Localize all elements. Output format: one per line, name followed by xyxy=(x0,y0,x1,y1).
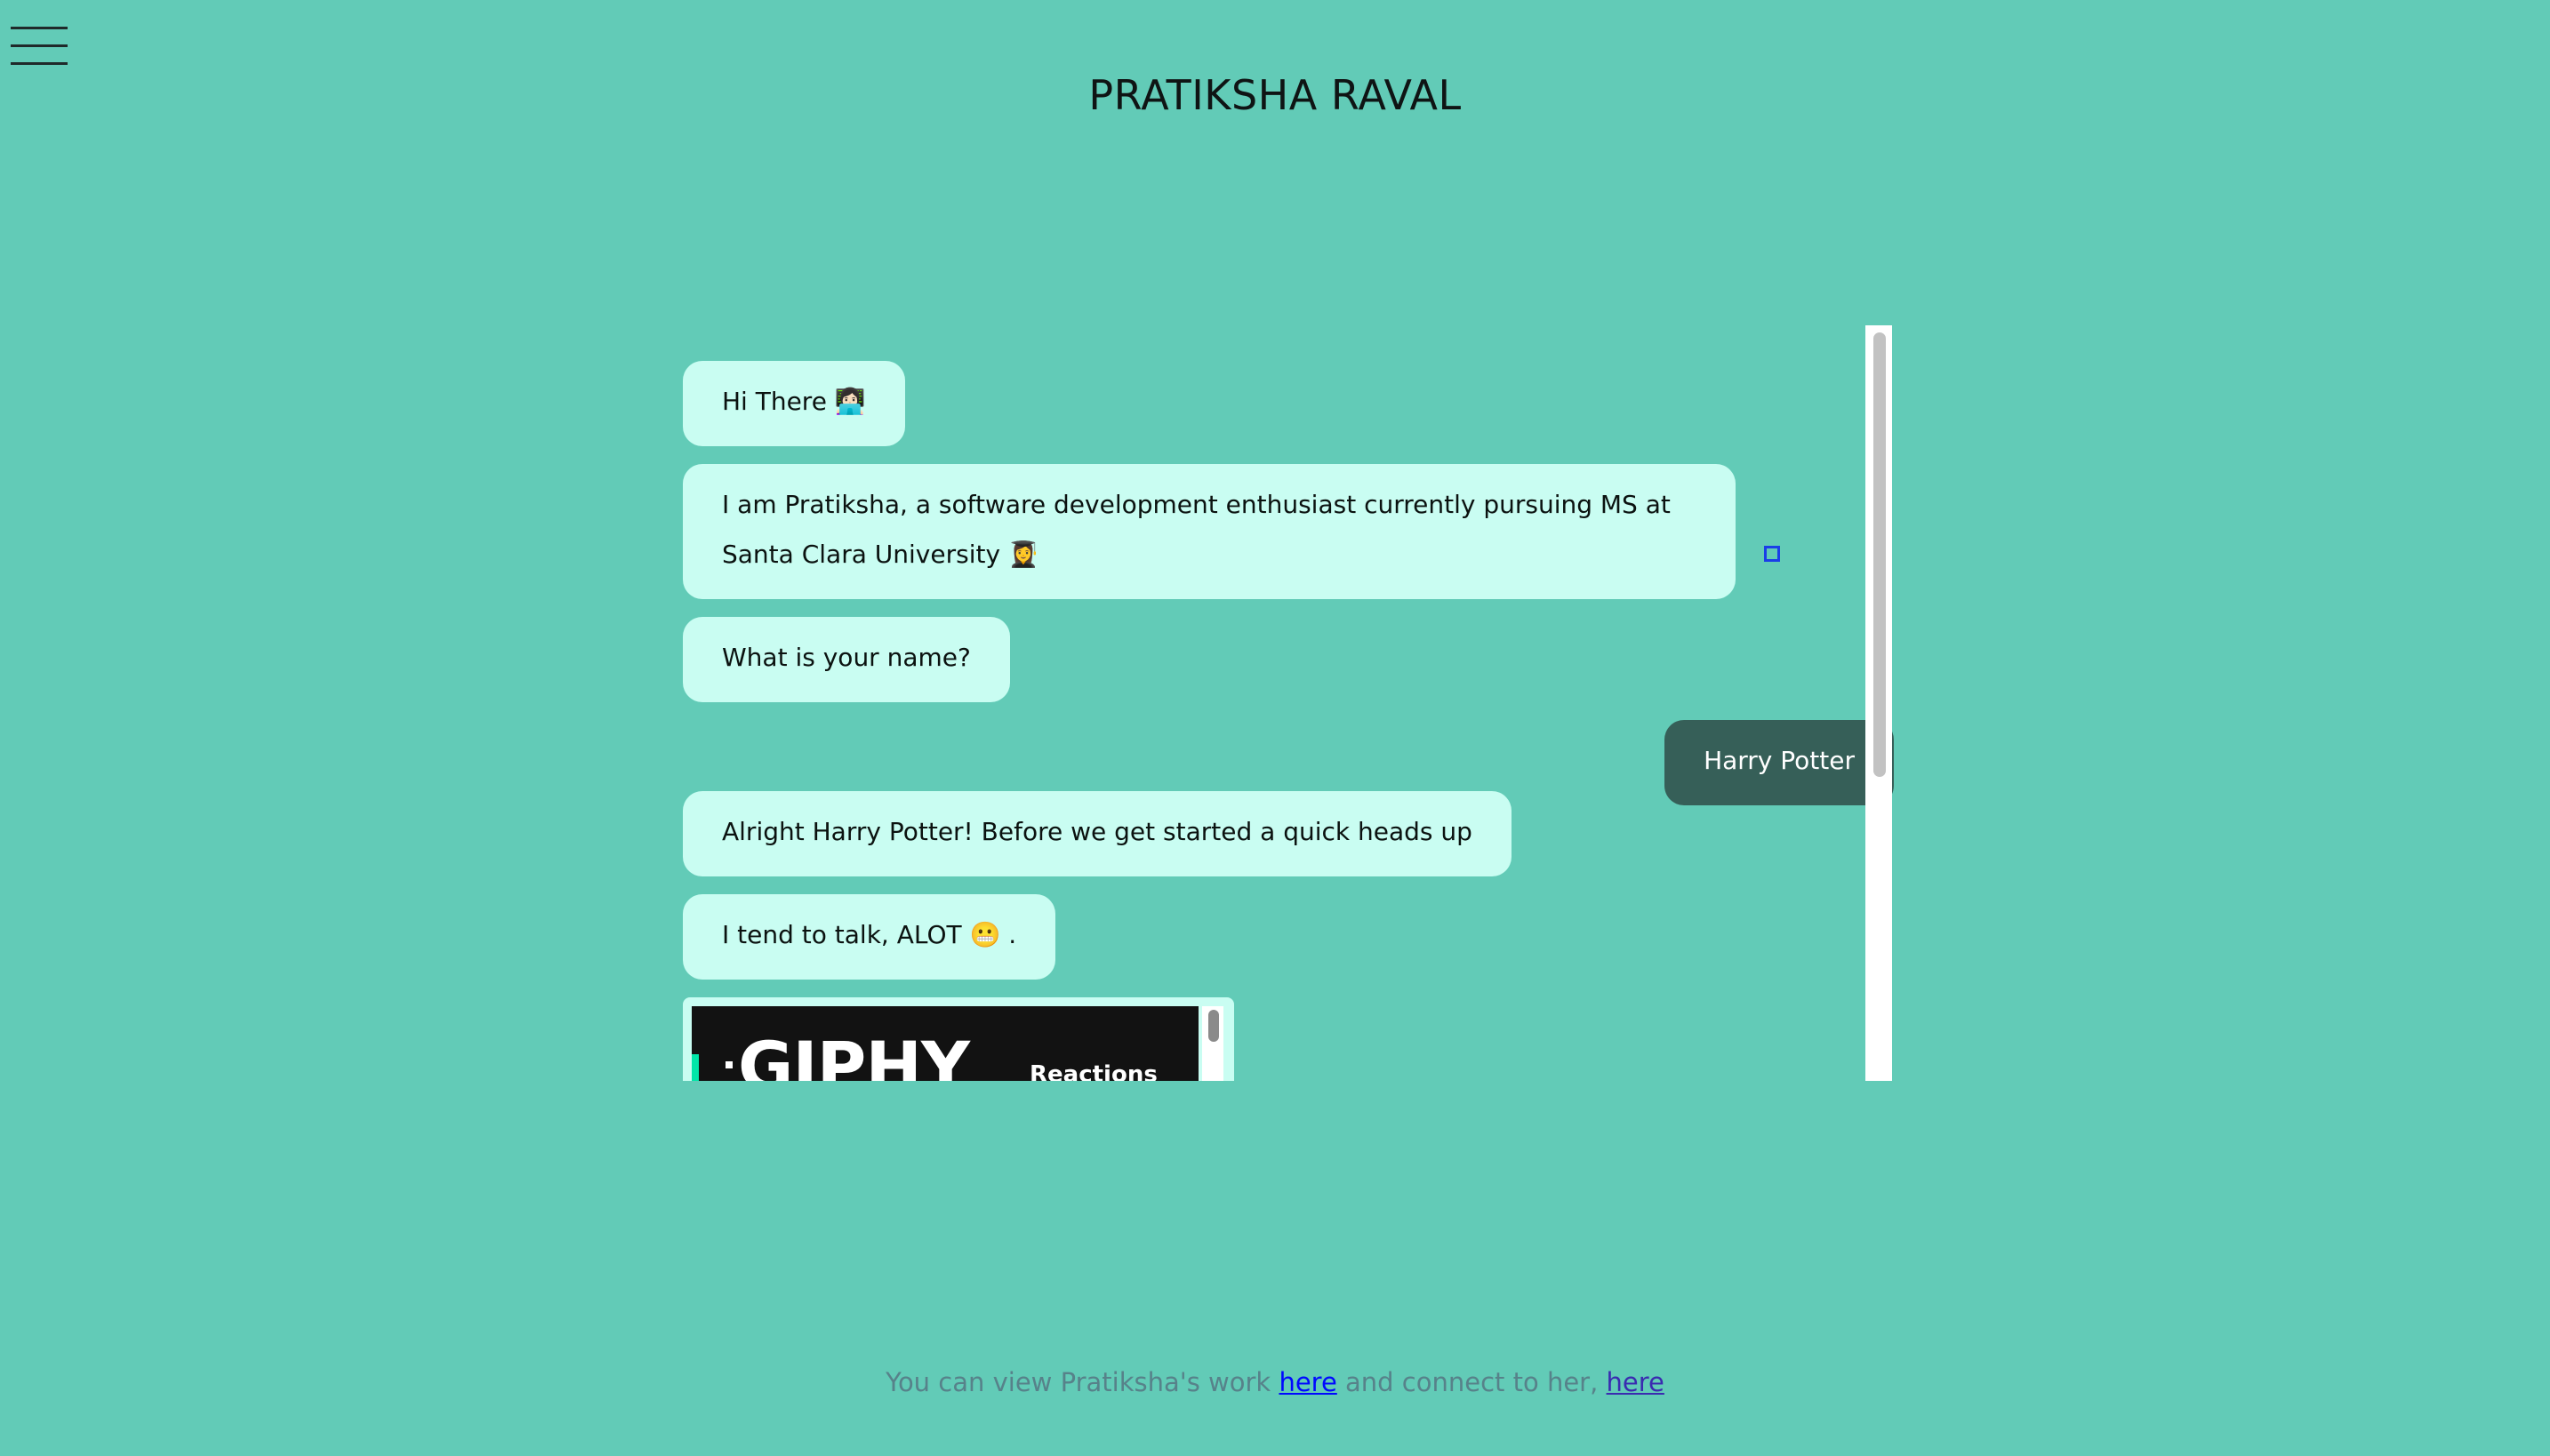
hamburger-menu-icon-line xyxy=(11,62,68,65)
giphy-embed-scrollbar[interactable] xyxy=(1202,1006,1223,1081)
chat-message-bot: I am Pratiksha, a software development e… xyxy=(683,464,1736,599)
chat-window[interactable]: Hi There 👩🏻‍💻 I am Pratiksha, a software… xyxy=(683,324,1894,1081)
giphy-embed-scrollbar-thumb[interactable] xyxy=(1208,1010,1219,1042)
footer-text-before: You can view Pratiksha's work xyxy=(886,1367,1279,1397)
chat-scrollbar-thumb[interactable] xyxy=(1873,332,1886,777)
chat-message-bot: Hi There 👩🏻‍💻 xyxy=(683,361,905,446)
giphy-nav-reactions[interactable]: Reactions xyxy=(1030,1061,1158,1081)
hamburger-menu-icon xyxy=(11,27,68,29)
page-title: PRATIKSHA RAVAL xyxy=(1088,71,1462,119)
footer-text-middle: and connect to her, xyxy=(1336,1367,1607,1397)
chat-message-bot: Alright Harry Potter! Before we get star… xyxy=(683,791,1512,876)
hamburger-menu-icon-line xyxy=(11,44,68,47)
giphy-embed-frame: GIPHY Reactions xyxy=(692,1006,1199,1081)
hamburger-menu-button[interactable] xyxy=(11,27,68,69)
giphy-embed[interactable]: GIPHY Reactions xyxy=(683,997,1234,1081)
giphy-accent-bar xyxy=(692,1054,699,1081)
chat-message-user: Harry Potter xyxy=(1664,720,1894,805)
giphy-plus-icon xyxy=(726,1061,733,1068)
giphy-logo: GIPHY xyxy=(738,1027,970,1082)
chat-message-bot: What is your name? xyxy=(683,617,1010,702)
chat-scrollbar[interactable] xyxy=(1865,325,1892,1081)
footer-text: You can view Pratiksha's work here and c… xyxy=(0,1367,2550,1397)
connect-link[interactable]: here xyxy=(1607,1367,1664,1397)
work-link[interactable]: here xyxy=(1279,1367,1336,1397)
checkbox-icon[interactable] xyxy=(1764,546,1780,562)
chat-message-bot: I tend to talk, ALOT 😬 . xyxy=(683,894,1056,980)
